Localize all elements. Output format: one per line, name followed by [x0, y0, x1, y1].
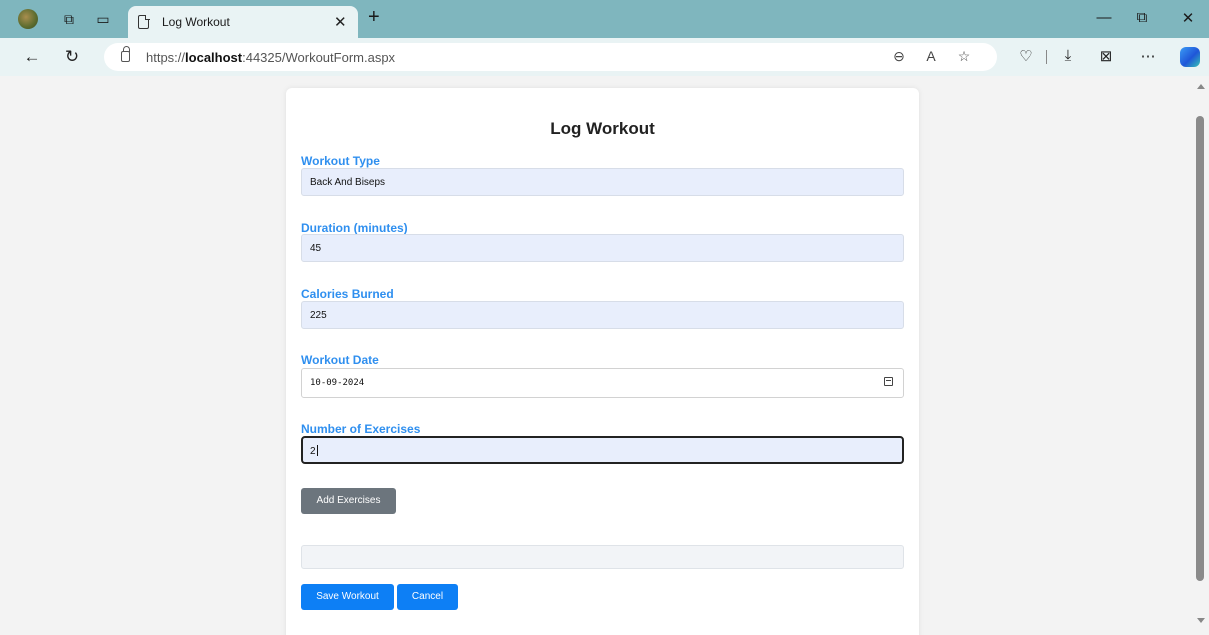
lock-icon[interactable] — [121, 46, 130, 62]
duration-label: Duration (minutes) — [301, 221, 408, 235]
read-aloud-icon[interactable]: A — [922, 48, 940, 64]
duration-input[interactable]: 45 — [301, 234, 904, 262]
browser-title-bar: ⧉ ▭ Log Workout ✕ + — ⧉ ✕ — [0, 0, 1209, 38]
tab-log-workout[interactable]: Log Workout ✕ — [128, 6, 358, 38]
scroll-up-icon[interactable] — [1197, 84, 1205, 89]
exercises-count-value: 2 — [310, 446, 316, 457]
more-options-icon[interactable]: ⋯ — [1138, 47, 1158, 65]
downloads-icon[interactable]: ⤓ — [1058, 47, 1078, 64]
exercises-count-label: Number of Exercises — [301, 422, 421, 436]
calories-input[interactable]: 225 — [301, 301, 904, 329]
form-title: Log Workout — [550, 119, 655, 138]
new-tab-icon[interactable]: + — [368, 6, 380, 29]
tab-actions-icon[interactable]: ▭ — [94, 10, 112, 28]
page-viewport: Log Workout Workout Type Back And Biseps… — [10, 76, 1192, 635]
browser-essentials-icon[interactable]: ♡ — [1016, 47, 1036, 65]
minimize-icon[interactable]: — — [1094, 9, 1114, 26]
add-exercises-button[interactable]: Add Exercises — [301, 488, 396, 514]
workout-type-label: Workout Type — [301, 154, 380, 168]
address-bar[interactable]: https://localhost:44325/WorkoutForm.aspx… — [104, 43, 997, 71]
calories-label: Calories Burned — [301, 287, 394, 301]
workout-date-label: Workout Date — [301, 353, 379, 367]
close-window-icon[interactable]: ✕ — [1178, 9, 1198, 27]
calendar-icon[interactable] — [884, 377, 893, 386]
workout-date-value: 10-09-2024 — [310, 378, 365, 388]
extensions-icon[interactable]: ⊠ — [1096, 47, 1116, 65]
refresh-icon[interactable]: ↻ — [62, 47, 82, 67]
workout-form-card: Log Workout Workout Type Back And Biseps… — [286, 88, 919, 635]
text-caret — [316, 445, 318, 456]
workout-date-input[interactable]: 10-09-2024 — [301, 368, 904, 398]
exercises-container — [301, 545, 904, 569]
workspaces-icon[interactable]: ⧉ — [60, 10, 78, 28]
save-workout-button[interactable]: Save Workout — [301, 584, 394, 610]
scroll-down-icon[interactable] — [1197, 618, 1205, 623]
profile-avatar-icon[interactable] — [18, 9, 38, 29]
zoom-out-icon[interactable]: ⊖ — [890, 48, 908, 65]
scrollbar-thumb[interactable] — [1196, 116, 1204, 581]
restore-icon[interactable]: ⧉ — [1132, 9, 1152, 26]
workout-type-input[interactable]: Back And Biseps — [301, 168, 904, 196]
back-icon[interactable]: ← — [22, 47, 42, 67]
url-text[interactable]: https://localhost:44325/WorkoutForm.aspx — [146, 50, 395, 65]
vertical-scrollbar[interactable] — [1192, 76, 1209, 635]
favorite-star-icon[interactable]: ☆ — [955, 48, 973, 65]
close-tab-icon[interactable]: ✕ — [334, 13, 347, 31]
cancel-button[interactable]: Cancel — [397, 584, 458, 610]
page-icon — [138, 14, 150, 29]
address-bar-row: ← ↻ https://localhost:44325/WorkoutForm.… — [0, 38, 1209, 76]
tab-title: Log Workout — [162, 15, 230, 29]
exercises-count-input[interactable]: 2 — [301, 436, 904, 464]
toolbar-divider — [1046, 50, 1047, 64]
copilot-icon[interactable] — [1180, 47, 1200, 67]
